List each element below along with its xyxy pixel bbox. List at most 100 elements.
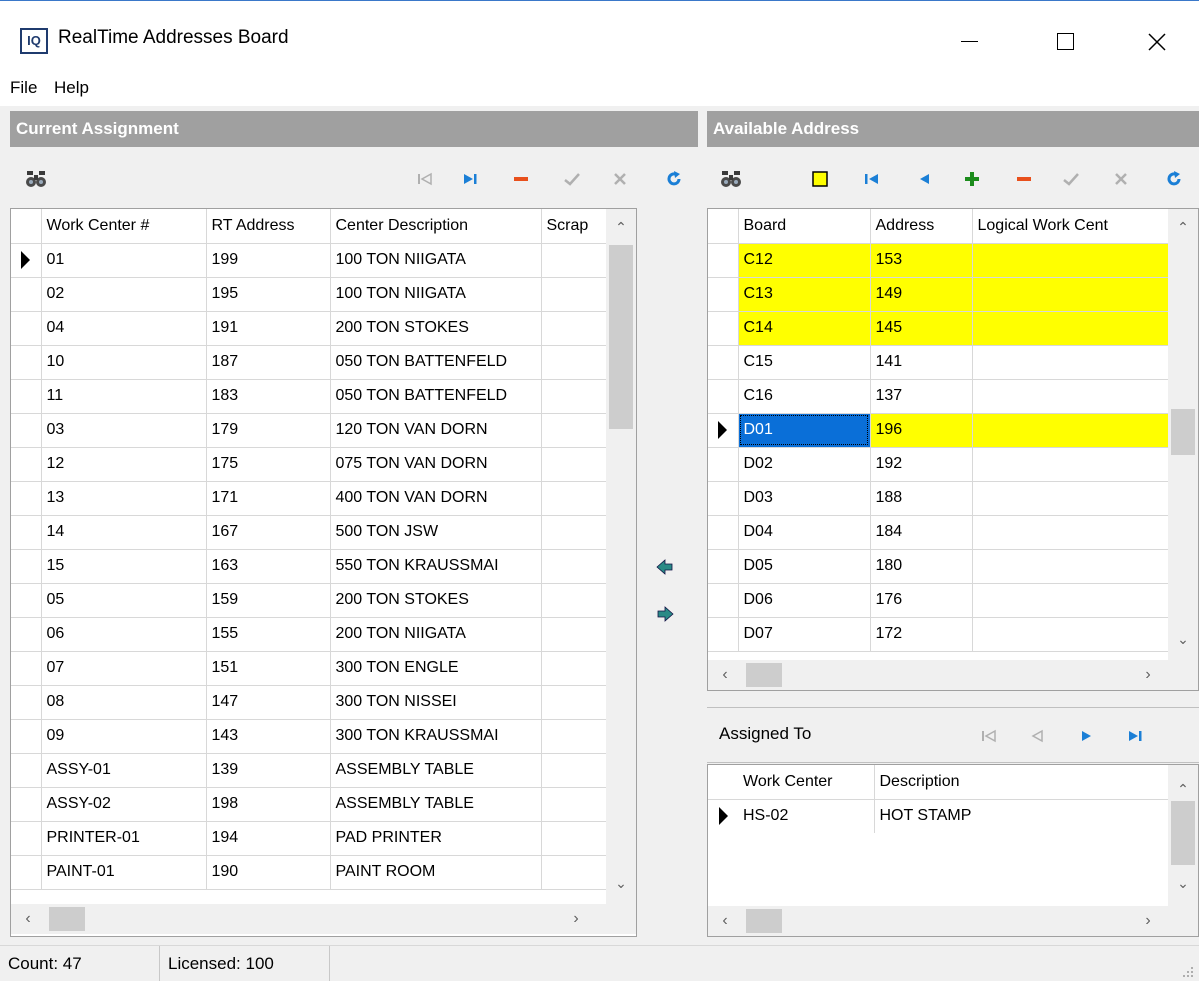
- table-cell[interactable]: ASSY-02: [41, 787, 207, 822]
- column-header[interactable]: Scrap: [541, 209, 609, 244]
- table-row[interactable]: ASSY-01 139 ASSEMBLY TABLE: [11, 753, 609, 788]
- table-cell[interactable]: [541, 379, 609, 414]
- post-button[interactable]: [560, 167, 584, 191]
- table-cell[interactable]: 11: [41, 379, 207, 414]
- table-row[interactable]: 04 191 200 TON STOKES: [11, 311, 609, 346]
- table-cell[interactable]: 07: [41, 651, 207, 686]
- table-cell[interactable]: 180: [870, 549, 973, 584]
- column-header[interactable]: Center Description: [330, 209, 542, 244]
- table-row[interactable]: 03 179 120 TON VAN DORN: [11, 413, 609, 448]
- table-cell[interactable]: 13: [41, 481, 207, 516]
- maximize-button[interactable]: [1042, 19, 1088, 63]
- table-row[interactable]: HS-02 HOT STAMP: [708, 799, 1168, 833]
- find-button[interactable]: [719, 167, 743, 191]
- scroll-up-icon[interactable]: ⌃: [1168, 217, 1198, 237]
- right-vertical-scrollbar[interactable]: ⌃ ⌄: [1168, 209, 1198, 660]
- table-cell[interactable]: 04: [41, 311, 207, 346]
- table-cell[interactable]: 500 TON JSW: [330, 515, 542, 550]
- table-cell[interactable]: 179: [206, 413, 331, 448]
- table-cell[interactable]: 171: [206, 481, 331, 516]
- table-row[interactable]: 05 159 200 TON STOKES: [11, 583, 609, 618]
- table-row[interactable]: ASSY-02 198 ASSEMBLY TABLE: [11, 787, 609, 822]
- table-row[interactable]: 13 171 400 TON VAN DORN: [11, 481, 609, 516]
- table-cell[interactable]: 172: [870, 617, 973, 652]
- first-record-button[interactable]: [860, 167, 884, 191]
- column-header[interactable]: Address: [870, 209, 973, 244]
- table-row[interactable]: C13 149: [708, 277, 1171, 312]
- scroll-thumb[interactable]: [746, 663, 782, 687]
- table-cell[interactable]: [972, 379, 1171, 414]
- column-header[interactable]: Logical Work Cent: [972, 209, 1171, 244]
- table-cell[interactable]: [972, 447, 1171, 482]
- table-cell[interactable]: [541, 787, 609, 822]
- table-cell[interactable]: [541, 651, 609, 686]
- scroll-down-icon[interactable]: ⌄: [1168, 873, 1198, 893]
- find-button[interactable]: [24, 167, 48, 191]
- table-cell[interactable]: 196: [870, 413, 973, 448]
- table-cell[interactable]: ASSY-01: [41, 753, 207, 788]
- table-cell[interactable]: 147: [206, 685, 331, 720]
- table-cell[interactable]: 198: [206, 787, 331, 822]
- table-cell[interactable]: 15: [41, 549, 207, 584]
- table-row[interactable]: D03 188: [708, 481, 1171, 516]
- table-row[interactable]: 15 163 550 TON KRAUSSMAI: [11, 549, 609, 584]
- move-right-button[interactable]: [655, 605, 677, 625]
- table-row[interactable]: 06 155 200 TON NIIGATA: [11, 617, 609, 652]
- table-cell[interactable]: [972, 549, 1171, 584]
- column-header[interactable]: Description: [874, 765, 1168, 800]
- table-cell[interactable]: 145: [870, 311, 973, 346]
- assigned-to-grid[interactable]: Work Center Description HS-02 HOT STAMP ⌃…: [707, 764, 1199, 937]
- highlight-button[interactable]: [808, 167, 832, 191]
- table-cell[interactable]: ASSEMBLY TABLE: [330, 753, 542, 788]
- scroll-thumb[interactable]: [746, 909, 782, 933]
- menu-file[interactable]: File: [10, 78, 37, 98]
- scroll-down-icon[interactable]: ⌄: [1168, 629, 1198, 649]
- table-cell[interactable]: [541, 753, 609, 788]
- table-cell[interactable]: HOT STAMP: [874, 799, 1168, 833]
- scroll-right-icon[interactable]: ›: [1133, 660, 1163, 690]
- table-cell[interactable]: 199: [206, 243, 331, 278]
- scroll-right-icon[interactable]: ›: [561, 904, 591, 934]
- scroll-left-icon[interactable]: ‹: [710, 906, 740, 936]
- scroll-thumb[interactable]: [49, 907, 85, 931]
- table-row[interactable]: 02 195 100 TON NIIGATA: [11, 277, 609, 312]
- table-cell[interactable]: 075 TON VAN DORN: [330, 447, 542, 482]
- table-cell[interactable]: 195: [206, 277, 331, 312]
- table-cell[interactable]: [972, 345, 1171, 380]
- table-row[interactable]: D06 176: [708, 583, 1171, 618]
- insert-button[interactable]: [960, 167, 984, 191]
- table-cell[interactable]: [972, 515, 1171, 550]
- table-cell[interactable]: 03: [41, 413, 207, 448]
- table-cell[interactable]: [972, 617, 1171, 652]
- minimize-button[interactable]: [946, 19, 992, 63]
- table-cell[interactable]: [541, 345, 609, 380]
- scroll-up-icon[interactable]: ⌃: [1168, 779, 1198, 799]
- table-cell[interactable]: 10: [41, 345, 207, 380]
- scroll-up-icon[interactable]: ⌃: [606, 217, 636, 237]
- table-cell[interactable]: 02: [41, 277, 207, 312]
- table-cell[interactable]: 175: [206, 447, 331, 482]
- scroll-left-icon[interactable]: ‹: [13, 904, 43, 934]
- table-cell[interactable]: [541, 583, 609, 618]
- current-assignment-grid[interactable]: Work Center # RT Address Center Descript…: [10, 208, 637, 937]
- prior-record-button[interactable]: [912, 167, 936, 191]
- table-cell[interactable]: [972, 243, 1171, 278]
- table-cell[interactable]: 120 TON VAN DORN: [330, 413, 542, 448]
- table-cell[interactable]: [541, 549, 609, 584]
- table-cell[interactable]: PAINT-01: [41, 855, 207, 890]
- refresh-button[interactable]: [662, 167, 686, 191]
- table-cell[interactable]: 194: [206, 821, 331, 856]
- table-cell[interactable]: 151: [206, 651, 331, 686]
- assigned-horizontal-scrollbar[interactable]: ‹ ›: [708, 906, 1198, 936]
- table-cell[interactable]: [541, 243, 609, 278]
- table-cell[interactable]: 153: [870, 243, 973, 278]
- table-cell[interactable]: 139: [206, 753, 331, 788]
- table-cell[interactable]: [541, 481, 609, 516]
- menu-help[interactable]: Help: [54, 78, 89, 98]
- table-cell[interactable]: [541, 515, 609, 550]
- table-cell[interactable]: 184: [870, 515, 973, 550]
- table-cell[interactable]: [541, 855, 609, 890]
- table-row[interactable]: 09 143 300 TON KRAUSSMAI: [11, 719, 609, 754]
- table-cell[interactable]: D06: [738, 583, 871, 618]
- table-cell[interactable]: [541, 617, 609, 652]
